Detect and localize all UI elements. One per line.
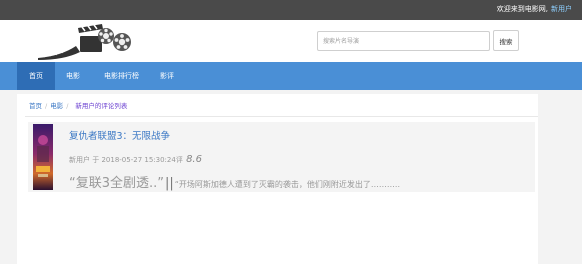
score-label: 评 <box>175 156 183 164</box>
review-meta: 新用户 于 2018-05-27 15:30:24评 8.6 <box>69 154 202 165</box>
breadcrumb-separator: / <box>45 102 48 110</box>
review-headline: “复联3全剧透..” <box>69 176 165 191</box>
review-snippet[interactable]: “复联3全剧透..”||“开场阿斯加德人遭到了灭霸的袭击，他们刚附近发出了………… <box>69 172 400 191</box>
top-bar: 欢迎来到电影网, 新用户 <box>0 0 582 20</box>
review-card: 复仇者联盟3：无限战争 新用户 于 2018-05-27 15:30:24评 8… <box>28 122 535 192</box>
review-body: “开场阿斯加德人遭到了灭霸的袭击，他们刚附近发出了……….. <box>174 180 401 189</box>
review-by: 于 <box>92 156 100 164</box>
breadcrumb-current: 新用户的评论列表 <box>75 102 128 110</box>
movie-poster[interactable] <box>33 124 53 190</box>
welcome-message: 欢迎来到电影网, 新用户 <box>497 4 572 14</box>
breadcrumb-separator: / <box>66 102 69 110</box>
review-author[interactable]: 新用户 <box>69 156 90 164</box>
breadcrumb: 首页 / 电影 / 新用户的评论列表 <box>29 100 127 110</box>
breadcrumb-movies[interactable]: 电影 <box>50 102 63 110</box>
review-date: 2018-05-27 15:30:24 <box>101 156 176 164</box>
nav-item-ranking[interactable]: 电影排行榜 <box>94 62 149 90</box>
nav-item-home[interactable]: 首页 <box>17 62 55 90</box>
nav-item-movies[interactable]: 电影 <box>55 62 91 90</box>
content-panel: 首页 / 电影 / 新用户的评论列表 复仇者联盟3：无限战争 新用户 于 2018-05… <box>17 94 538 264</box>
user-link[interactable]: 新用户 <box>551 5 572 13</box>
welcome-text: 欢迎来到电影网, <box>496 5 548 13</box>
movie-title-link[interactable]: 复仇者联盟3：无限战争 <box>69 128 170 142</box>
review-separator: || <box>165 176 174 191</box>
divider <box>25 116 538 117</box>
film-logo-icon[interactable] <box>36 22 136 60</box>
breadcrumb-home[interactable]: 首页 <box>29 102 42 110</box>
review-score: 8.6 <box>186 154 202 165</box>
nav-item-reviews[interactable]: 影评 <box>150 62 184 90</box>
search-button[interactable]: 搜索 <box>493 30 519 51</box>
main-nav: 首页 电影 电影排行榜 影评 <box>0 62 582 90</box>
search-input[interactable] <box>317 31 490 51</box>
